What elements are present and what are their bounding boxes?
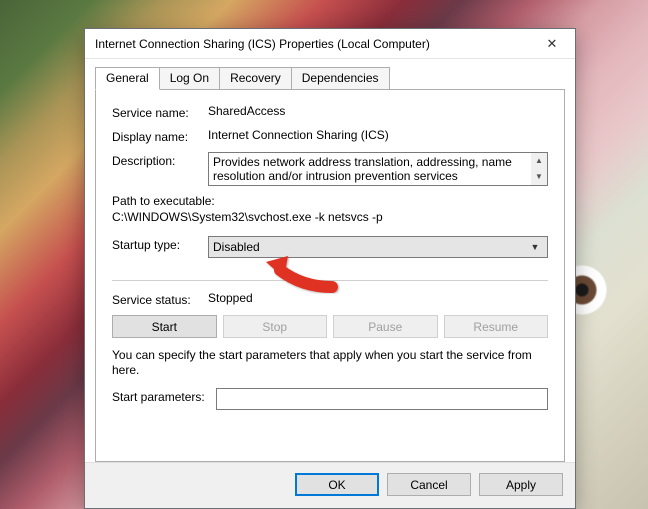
close-icon: ✕ [547, 37, 558, 50]
service-status-value: Stopped [208, 291, 548, 305]
stop-button: Stop [223, 315, 328, 338]
divider [112, 280, 548, 281]
service-status-label: Service status: [112, 291, 208, 307]
titlebar[interactable]: Internet Connection Sharing (ICS) Proper… [85, 29, 575, 59]
tab-label: General [106, 71, 149, 85]
tab-log-on[interactable]: Log On [159, 67, 220, 89]
scroll-up-icon[interactable]: ▲ [531, 153, 547, 169]
start-parameters-input[interactable] [216, 388, 548, 410]
button-label: Resume [473, 320, 518, 334]
start-button[interactable]: Start [112, 315, 217, 338]
ok-button[interactable]: OK [295, 473, 379, 496]
button-label: Pause [368, 320, 402, 334]
cancel-button[interactable]: Cancel [387, 473, 471, 496]
tab-label: Log On [170, 71, 209, 85]
description-label: Description: [112, 152, 208, 168]
service-name-value: SharedAccess [208, 104, 548, 118]
close-button[interactable]: ✕ [529, 29, 575, 59]
chevron-down-icon: ▼ [527, 242, 543, 252]
tab-label: Recovery [230, 71, 281, 85]
tab-panel-general: Service name: SharedAccess Display name:… [95, 89, 565, 462]
apply-button[interactable]: Apply [479, 473, 563, 496]
service-name-label: Service name: [112, 104, 208, 120]
path-value: C:\WINDOWS\System32\svchost.exe -k netsv… [112, 210, 548, 224]
scroll-down-icon[interactable]: ▼ [531, 169, 547, 185]
pause-button: Pause [333, 315, 438, 338]
resume-button: Resume [444, 315, 549, 338]
button-label: Stop [262, 320, 287, 334]
startup-type-label: Startup type: [112, 236, 208, 252]
tab-recovery[interactable]: Recovery [219, 67, 292, 89]
description-box[interactable]: Provides network address translation, ad… [208, 152, 548, 186]
startup-type-select[interactable]: Disabled ▼ [208, 236, 548, 258]
display-name-value: Internet Connection Sharing (ICS) [208, 128, 548, 142]
button-label: Apply [506, 478, 536, 492]
button-label: Start [152, 320, 177, 334]
dialog-button-bar: OK Cancel Apply [85, 462, 575, 508]
tab-dependencies[interactable]: Dependencies [291, 67, 390, 89]
tab-label: Dependencies [302, 71, 379, 85]
tab-general[interactable]: General [95, 67, 160, 90]
description-scrollbar[interactable]: ▲ ▼ [531, 153, 547, 185]
path-label: Path to executable: [112, 194, 548, 208]
display-name-label: Display name: [112, 128, 208, 144]
description-text: Provides network address translation, ad… [213, 155, 512, 183]
window-title: Internet Connection Sharing (ICS) Proper… [95, 37, 529, 51]
tab-strip: General Log On Recovery Dependencies [95, 65, 565, 89]
button-label: OK [328, 478, 345, 492]
startup-type-value: Disabled [213, 240, 527, 254]
start-parameters-label: Start parameters: [112, 388, 216, 404]
properties-dialog: Internet Connection Sharing (ICS) Proper… [84, 28, 576, 509]
help-text: You can specify the start parameters tha… [112, 348, 548, 378]
button-label: Cancel [410, 478, 447, 492]
